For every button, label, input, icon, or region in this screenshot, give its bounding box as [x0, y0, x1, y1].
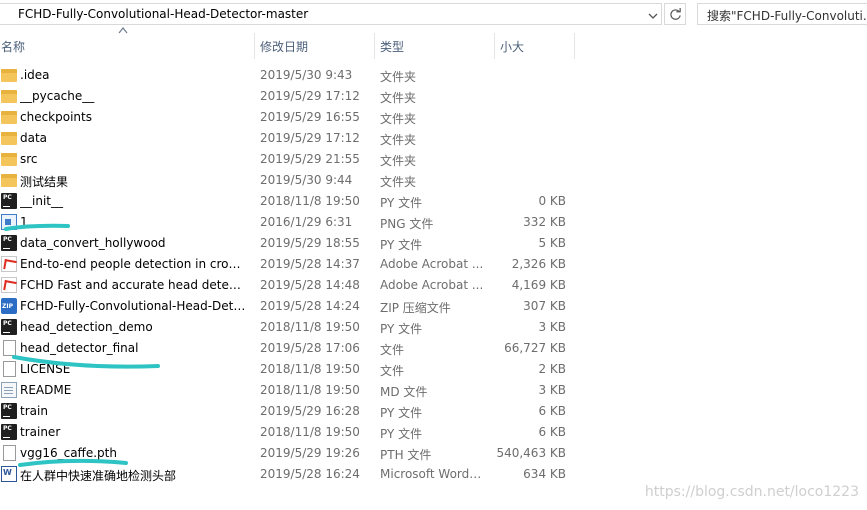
highlighter-stroke [18, 458, 128, 467]
highlighter-stroke [12, 355, 160, 369]
highlighter-stroke [4, 223, 70, 231]
watermark: https://blog.csdn.net/loco1223 [644, 484, 859, 500]
highlighter-annotations [4, 223, 160, 467]
